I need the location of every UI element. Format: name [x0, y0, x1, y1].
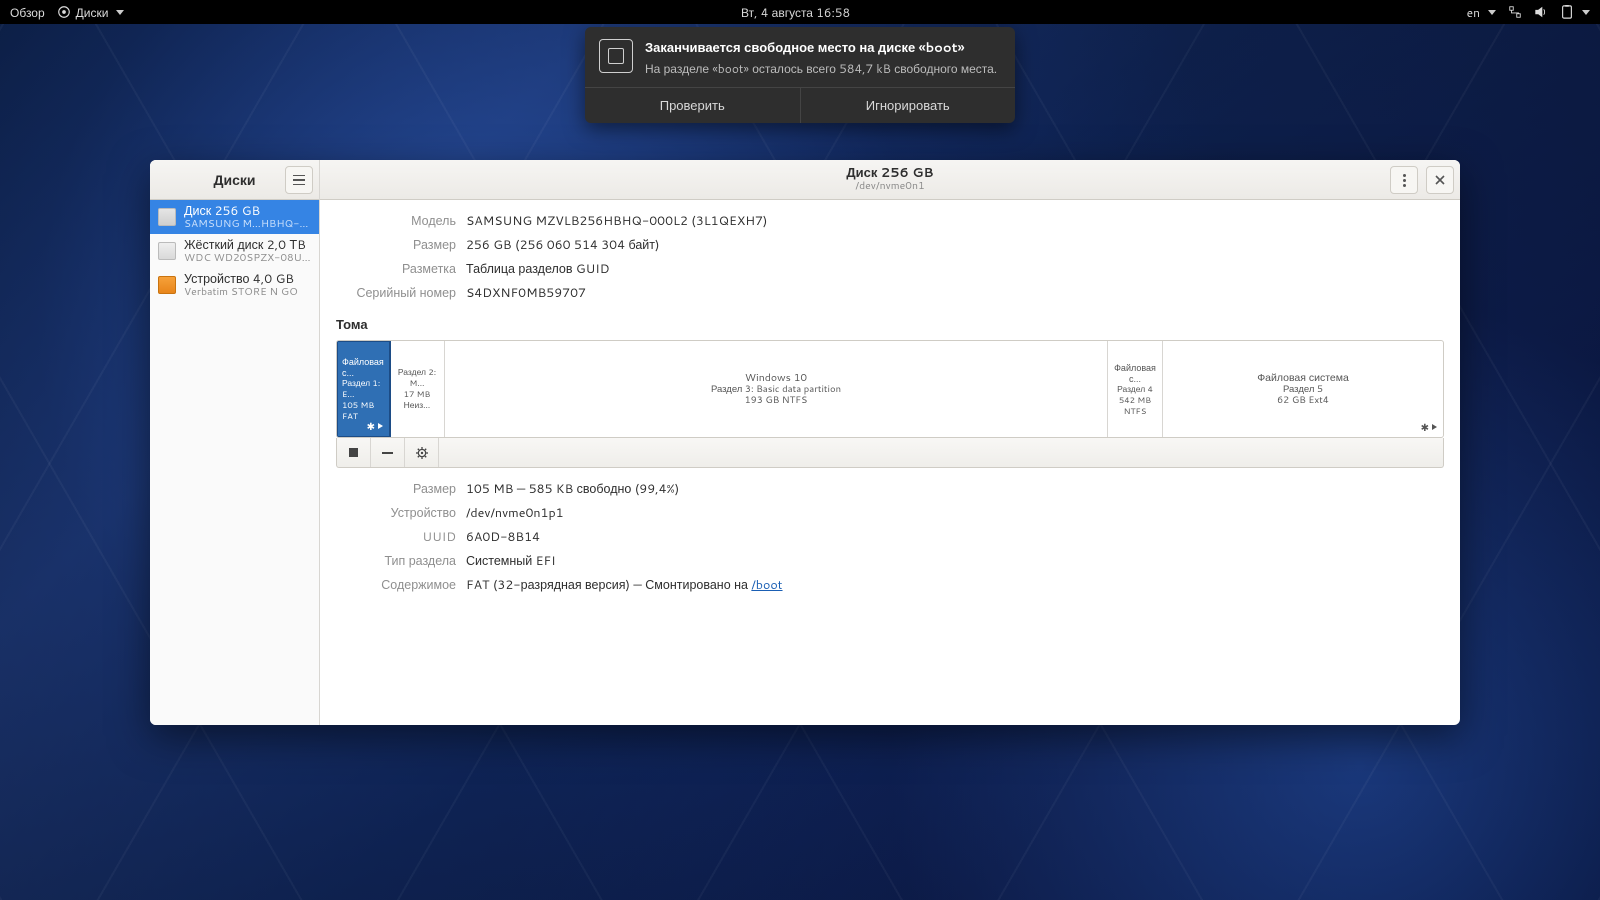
- speaker-icon: [1534, 5, 1548, 19]
- disk-icon: [599, 39, 633, 73]
- activities-button[interactable]: Обзор: [10, 4, 45, 21]
- volume-seg-sub: Раздел 5: [1283, 384, 1323, 395]
- disks-icon: [57, 5, 71, 19]
- caret-down-icon: [1488, 10, 1496, 15]
- device-sidebar: Диски Диск 256 GB SAMSUNG M…HBHQ-000L2 Ж…: [150, 160, 320, 725]
- device-item[interactable]: Устройство 4,0 GB Verbatim STORE N GO: [150, 268, 319, 302]
- power-menu-button[interactable]: [1560, 5, 1590, 19]
- volume-seg-size: 542 MB NTFS: [1110, 395, 1160, 417]
- device-name: Диск 256 GB: [184, 204, 311, 218]
- caret-down-icon: [116, 10, 124, 15]
- network-icon[interactable]: [1508, 5, 1522, 19]
- battery-icon: [1560, 5, 1574, 19]
- delete-partition-button[interactable]: [371, 438, 405, 467]
- volume-gear-icon: ✱: [367, 422, 383, 433]
- network-wired-icon: [1508, 5, 1522, 19]
- device-sub: WDC WD20SPZX-08UA7: [184, 252, 311, 264]
- volume-seg-title: Файловая система: [1257, 373, 1349, 384]
- drive-info-grid: Модель SAMSUNG MZVLB256HBHQ-000L2 (3L1QE…: [336, 212, 1444, 302]
- volume-seg-size: 62 GB Ext4: [1277, 395, 1329, 406]
- hamburger-menu-button[interactable]: [285, 166, 313, 194]
- drive-icon: [158, 208, 176, 226]
- volume-segment[interactable]: Windows 10Раздел 3: Basic data partition…: [445, 341, 1108, 437]
- label-model: Модель: [336, 212, 456, 230]
- stop-icon: [349, 448, 358, 457]
- gear-icon: [415, 446, 429, 460]
- value-serial: S4DXNF0MB59707: [466, 284, 1444, 302]
- page-subtitle: /dev/nvme0n1: [846, 180, 933, 193]
- unmount-button[interactable]: [337, 438, 371, 467]
- volume-segment[interactable]: Файловая системаРаздел 562 GB Ext4 ✱: [1163, 341, 1443, 437]
- device-item[interactable]: Диск 256 GB SAMSUNG M…HBHQ-000L2: [150, 200, 319, 234]
- device-item[interactable]: Жёсткий диск 2,0 ТB WDC WD20SPZX-08UA7: [150, 234, 319, 268]
- main-header: Диск 256 GB /dev/nvme0n1: [320, 160, 1460, 200]
- gnome-topbar: Обзор Диски Вт, 4 августа 16:58 en: [0, 0, 1600, 24]
- device-name: Устройство 4,0 GB: [184, 272, 298, 286]
- mount-point-link[interactable]: /boot: [751, 576, 782, 594]
- page-title: Диск 256 GB: [846, 167, 933, 180]
- device-sub: SAMSUNG M…HBHQ-000L2: [184, 218, 311, 230]
- label-serial: Серийный номер: [336, 284, 456, 302]
- close-button[interactable]: [1426, 166, 1454, 194]
- input-language-label: en: [1467, 4, 1480, 21]
- value-size: 256 GB (256 060 514 304 байт): [466, 236, 1444, 254]
- volumes-section-title: Тома: [336, 316, 1444, 334]
- more-options-button[interactable]: [405, 438, 439, 467]
- value-vol-device: /dev/nvme0n1p1: [466, 504, 1444, 522]
- label-vol-uuid: UUID: [336, 528, 456, 546]
- label-size: Размер: [336, 236, 456, 254]
- notification-message: На разделе «boot» осталось всего 584,7 k…: [645, 60, 997, 77]
- value-partitioning: Таблица разделов GUID: [466, 260, 1444, 278]
- device-name: Жёсткий диск 2,0 ТB: [184, 238, 311, 252]
- drive-menu-button[interactable]: [1390, 166, 1418, 194]
- value-vol-uuid: 6A0D-8B14: [466, 528, 1444, 546]
- value-vol-content-text: FAT (32-разрядная версия) — Смонтировано…: [466, 576, 751, 594]
- volume-seg-title: Файловая с…: [342, 356, 387, 378]
- volume-seg-sub: Раздел 4: [1117, 384, 1153, 395]
- value-model: SAMSUNG MZVLB256HBHQ-000L2 (3L1QEXH7): [466, 212, 1444, 230]
- volumes-grid: Файловая с…Раздел 1: E…105 MB FAT✱Раздел…: [336, 340, 1444, 438]
- volume-toolbar: [336, 438, 1444, 468]
- app-menu-label: Диски: [76, 4, 109, 21]
- notification-title: Заканчивается свободное место на диске «…: [645, 39, 997, 57]
- notification-ignore-button[interactable]: Игнорировать: [800, 88, 1016, 123]
- volume-seg-sub: Раздел 2: M…: [392, 367, 442, 389]
- volume-seg-title: Windows 10: [745, 373, 807, 384]
- volume-seg-size: 193 GB NTFS: [745, 395, 808, 406]
- label-vol-ptype: Тип раздела: [336, 552, 456, 570]
- label-vol-device: Устройство: [336, 504, 456, 522]
- device-sub: Verbatim STORE N GO: [184, 286, 298, 298]
- volume-gear-icon: ✱: [1421, 423, 1437, 434]
- volume-seg-size: 105 MB FAT: [342, 400, 387, 422]
- drive-icon: [158, 242, 176, 260]
- input-language-button[interactable]: en: [1467, 4, 1496, 21]
- clock-button[interactable]: Вт, 4 августа 16:58: [741, 4, 850, 21]
- value-vol-content: FAT (32-разрядная версия) — Смонтировано…: [466, 576, 1444, 594]
- volume-seg-size: 17 MB Неиз…: [392, 389, 442, 411]
- label-partitioning: Разметка: [336, 260, 456, 278]
- volume-info-grid: Размер 105 MB — 585 KB свободно (99,4%) …: [336, 480, 1444, 594]
- volume-icon[interactable]: [1534, 5, 1548, 19]
- label-vol-size: Размер: [336, 480, 456, 498]
- volume-segment[interactable]: Раздел 2: M…17 MB Неиз…: [390, 341, 445, 437]
- drive-icon: [158, 276, 176, 294]
- gnome-disks-window: Диски Диск 256 GB SAMSUNG M…HBHQ-000L2 Ж…: [150, 160, 1460, 725]
- sidebar-header: Диски: [150, 160, 319, 200]
- volume-segment[interactable]: Файловая с…Раздел 1: E…105 MB FAT✱: [336, 340, 391, 438]
- close-icon: [1434, 174, 1446, 186]
- notification-check-button[interactable]: Проверить: [585, 88, 800, 123]
- volume-segment[interactable]: Файловая с…Раздел 4542 MB NTFS: [1108, 341, 1163, 437]
- app-menu-button[interactable]: Диски: [57, 4, 125, 21]
- caret-down-icon: [1582, 10, 1590, 15]
- low-disk-space-notification: Заканчивается свободное место на диске «…: [585, 27, 1015, 123]
- value-vol-ptype: Системный EFI: [466, 552, 1444, 570]
- volume-seg-sub: Раздел 1: E…: [342, 378, 387, 400]
- volume-seg-sub: Раздел 3: Basic data partition: [711, 384, 841, 395]
- volume-seg-title: Файловая с…: [1110, 362, 1160, 384]
- label-vol-content: Содержимое: [336, 576, 456, 594]
- value-vol-size: 105 MB — 585 KB свободно (99,4%): [466, 480, 1444, 498]
- minus-icon: [382, 452, 393, 454]
